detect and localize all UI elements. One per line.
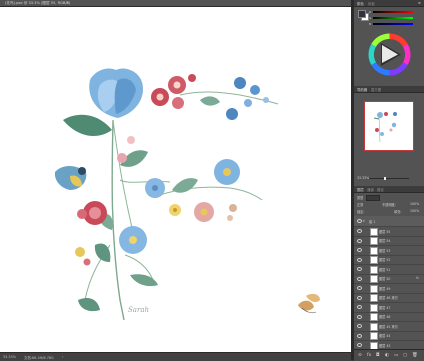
rgb-sliders: R G B <box>369 10 419 30</box>
trash-icon[interactable]: 🗑 <box>412 353 418 358</box>
layer-thumbnail <box>370 294 378 302</box>
layer-name: 图层 51 <box>379 267 391 272</box>
layer-group[interactable]: ▾ 组 1 <box>354 216 424 227</box>
status-doc-size: 文档:66.1M/6.78G <box>24 355 54 360</box>
layers-footer: ⊝ fx ◘ ◐ ▭ ▢ 🗑 <box>354 349 424 361</box>
layer-thumbnail <box>370 284 378 293</box>
layer-thumbnail <box>370 303 378 312</box>
layer-thumbnail <box>370 322 378 331</box>
layer-name: 图层 47 <box>379 305 391 310</box>
layer-name: 图层 46 <box>379 315 391 319</box>
layer-thumbnail <box>370 246 378 255</box>
layer-name: 图层 44 <box>379 334 391 338</box>
layer-thumbnail <box>370 275 378 283</box>
tab-histogram[interactable]: 直方图 <box>371 87 381 92</box>
eye-icon[interactable] <box>357 333 362 338</box>
layer-name: 图层 53 <box>379 248 391 253</box>
layer-group-name: 组 1 <box>369 219 376 224</box>
green-slider[interactable] <box>373 17 413 19</box>
layer-name: 图层 43 <box>379 343 391 348</box>
floral-artwork: Sarah <box>54 68 320 321</box>
eye-icon[interactable] <box>357 238 362 243</box>
eye-icon[interactable] <box>357 257 362 262</box>
fill-label: 填充: <box>394 210 402 214</box>
color-wheel[interactable] <box>367 32 412 77</box>
signature-text: Sarah <box>128 306 149 314</box>
eye-icon[interactable] <box>357 305 362 309</box>
eye-icon[interactable] <box>357 314 362 319</box>
layer-name: 图层 55 <box>379 229 391 234</box>
status-more-icon[interactable]: › <box>62 355 63 359</box>
foreground-color-swatch[interactable] <box>358 10 366 18</box>
slider-label-g: G <box>369 15 372 20</box>
layer-thumbnail <box>370 256 378 264</box>
status-zoom[interactable]: 33.33% <box>3 355 16 359</box>
layer-thumbnail <box>370 237 378 245</box>
document-tab[interactable]: (花鸟).psd @ 33.3% (图层 55, RGB/8) × <box>0 0 351 7</box>
adjustment-icon[interactable]: ◐ <box>385 353 389 358</box>
eye-icon[interactable] <box>357 286 362 290</box>
layers-blend-row: 正常 不透明度: 100% <box>354 201 424 208</box>
layer-name: 图层 45 拷贝 <box>379 324 398 329</box>
layer-thumbnail <box>370 332 378 340</box>
fill-value[interactable]: 100% <box>410 209 419 213</box>
canvas[interactable]: Sarah <box>0 7 351 352</box>
layer-thumbnail <box>370 265 378 274</box>
right-panel-dock: 颜色 色板 ≡ R G B 导航器 直方图 33.33% 图层 通道 路径 类型… <box>354 0 424 361</box>
eye-icon[interactable] <box>357 343 362 347</box>
red-slider[interactable] <box>373 11 413 13</box>
color-panel-tabs: 颜色 色板 ≡ <box>354 0 424 7</box>
blue-slider[interactable] <box>373 23 413 25</box>
eye-icon[interactable] <box>357 267 362 271</box>
navigator-zoom-slider[interactable] <box>369 177 409 179</box>
blend-mode[interactable]: 正常 <box>357 202 363 207</box>
navigator-zoom-bar: 33.33% <box>357 176 421 180</box>
opacity-label: 不透明度: <box>382 203 396 207</box>
layers-lock-row: 锁定: 填充: 100% <box>354 208 424 215</box>
folder-icon: ▾ <box>363 218 365 223</box>
panel-menu-icon[interactable]: ≡ <box>418 1 421 5</box>
slider-label-r: R <box>369 9 372 14</box>
layer-name: 图层 52 <box>379 258 391 262</box>
folder-icon[interactable]: ▭ <box>394 353 398 358</box>
new-layer-icon[interactable]: ▢ <box>403 353 407 358</box>
layers-panel-tabs: 图层 通道 路径 <box>354 186 424 193</box>
document-tab-title: (花鸟).psd @ 33.3% (图层 55, RGB/8) <box>5 0 71 5</box>
layers-filter-row: 类型 <box>354 194 424 201</box>
tab-channels[interactable]: 通道 <box>367 187 374 192</box>
layer-kind-label[interactable]: 类型 <box>357 195 363 200</box>
layer-name: 图层 54 <box>379 239 391 243</box>
layer-thumbnail <box>370 227 378 236</box>
navigator-preview[interactable] <box>364 101 414 151</box>
eye-icon[interactable] <box>357 219 362 223</box>
layer-name: 图层 49 <box>379 286 391 291</box>
layer-name: 图层 48 拷贝 <box>379 296 398 300</box>
link-icon[interactable]: ⊝ <box>358 353 362 358</box>
tab-color[interactable]: 颜色 <box>357 1 364 6</box>
navigator-zoom-knob[interactable] <box>384 176 386 180</box>
fx-icon[interactable]: fx <box>367 353 371 358</box>
document-window: (花鸟).psd @ 33.3% (图层 55, RGB/8) × Sarah … <box>0 0 351 361</box>
tab-paths[interactable]: 路径 <box>377 187 384 192</box>
slider-label-b: B <box>369 21 372 26</box>
navigator-thumbnail-art <box>373 112 397 143</box>
eye-icon[interactable] <box>357 248 362 252</box>
layer-fx-badge[interactable]: fx <box>416 276 419 280</box>
navigator-zoom-value[interactable]: 33.33% <box>357 176 369 180</box>
eye-icon[interactable] <box>357 324 362 328</box>
tab-swatches[interactable]: 色板 <box>368 1 375 6</box>
eye-icon[interactable] <box>357 295 362 300</box>
tab-navigator[interactable]: 导航器 <box>357 87 367 92</box>
mask-icon[interactable]: ◘ <box>376 353 380 358</box>
close-icon[interactable]: × <box>66 0 69 5</box>
tab-layers[interactable]: 图层 <box>357 187 364 192</box>
lock-label: 锁定: <box>357 210 365 214</box>
navigator-panel-tabs: 导航器 直方图 <box>354 86 424 93</box>
eye-icon[interactable] <box>357 276 362 281</box>
layer-thumbnail <box>370 313 378 321</box>
layer-name: 图层 50 <box>379 277 391 281</box>
opacity-value[interactable]: 100% <box>410 202 419 206</box>
eye-icon[interactable] <box>357 229 362 233</box>
